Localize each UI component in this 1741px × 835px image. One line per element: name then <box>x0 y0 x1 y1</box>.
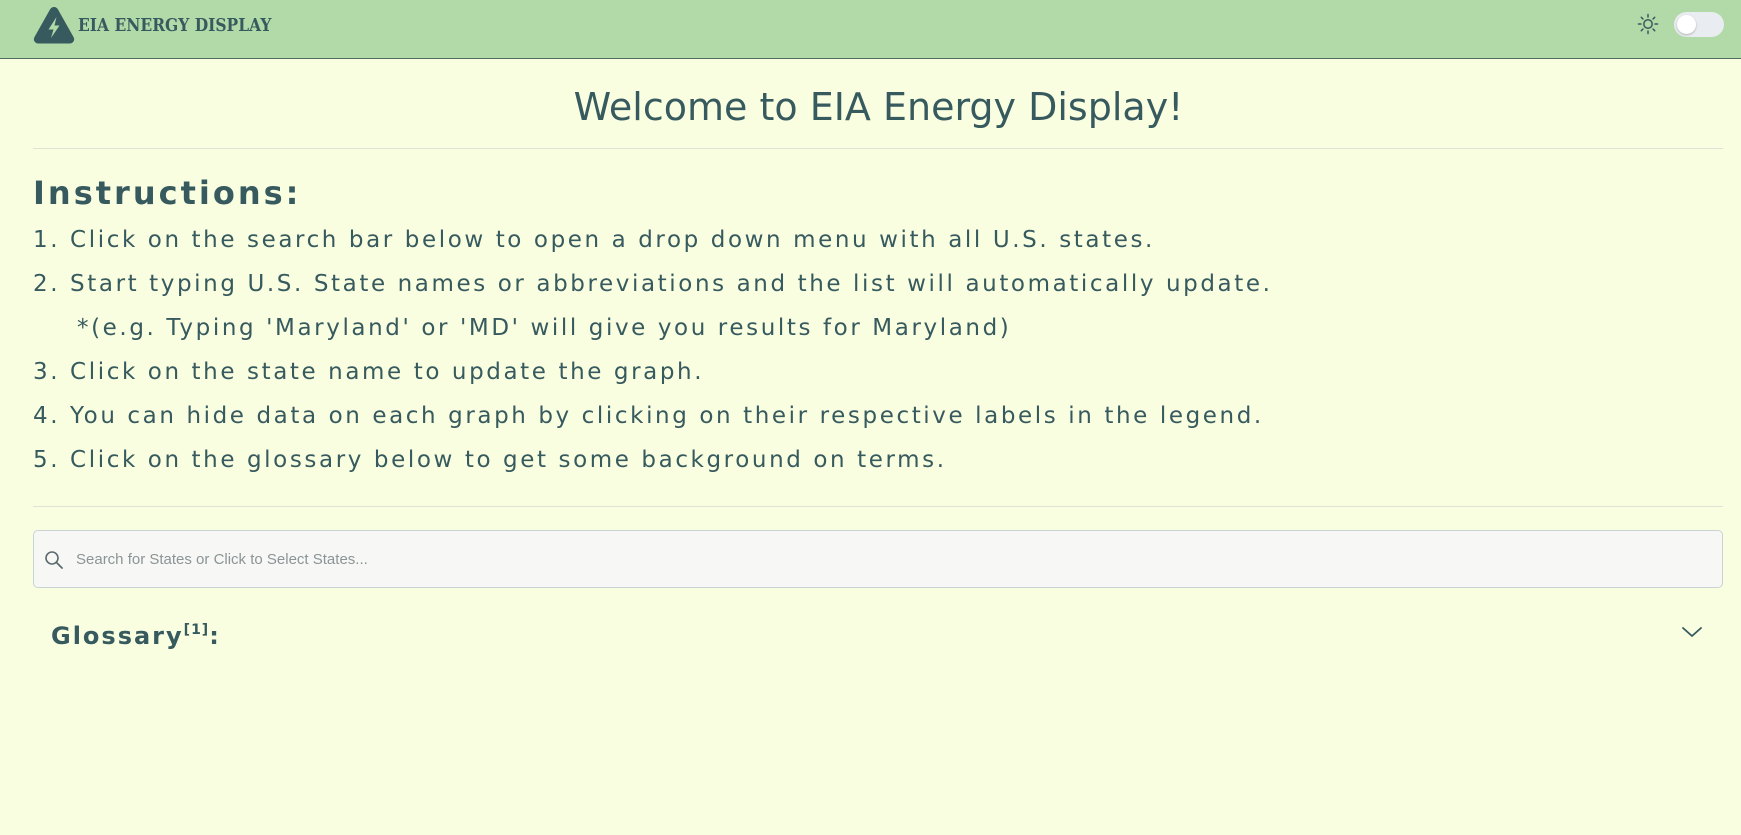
chevron-down-icon[interactable] <box>1681 624 1703 640</box>
instruction-step: 5. Click on the glossary below to get so… <box>33 447 947 473</box>
brand-link[interactable]: EIA ENERGY DISPLAY <box>32 5 303 45</box>
instruction-step: 1. Click on the search bar below to open… <box>33 227 1155 253</box>
instructions-section: Instructions: 1. Click on the search bar… <box>33 168 1723 482</box>
state-search-input[interactable] <box>76 531 1706 587</box>
instruction-step: 2. Start typing U.S. State names or abbr… <box>33 271 1273 297</box>
instructions-heading: Instructions: <box>33 174 302 212</box>
state-search-bar[interactable] <box>33 530 1723 588</box>
sun-icon <box>1637 13 1659 35</box>
instructions-divider <box>33 506 1723 507</box>
brand-name: EIA ENERGY DISPLAY <box>78 14 272 36</box>
glossary-label: Glossary <box>51 622 184 650</box>
glossary-accordion[interactable]: Glossary[1]: <box>33 610 1723 668</box>
instruction-example: *(e.g. Typing 'Maryland' or 'MD' will gi… <box>77 315 1012 341</box>
toggle-knob <box>1677 15 1696 34</box>
glossary-colon: : <box>209 622 221 650</box>
instruction-step: 4. You can hide data on each graph by cl… <box>33 403 1264 429</box>
navbar: EIA ENERGY DISPLAY <box>0 0 1741 59</box>
page-title: Welcome to EIA Energy Display! <box>573 85 1184 129</box>
instruction-step: 3. Click on the state name to update the… <box>33 359 705 385</box>
search-icon <box>45 551 63 569</box>
title-divider <box>33 148 1723 149</box>
glossary-footnote: [1] <box>183 622 210 638</box>
glossary-title: Glossary[1]: <box>51 622 221 650</box>
triangle-bolt-icon <box>33 7 75 44</box>
theme-toggle[interactable] <box>1674 12 1724 37</box>
